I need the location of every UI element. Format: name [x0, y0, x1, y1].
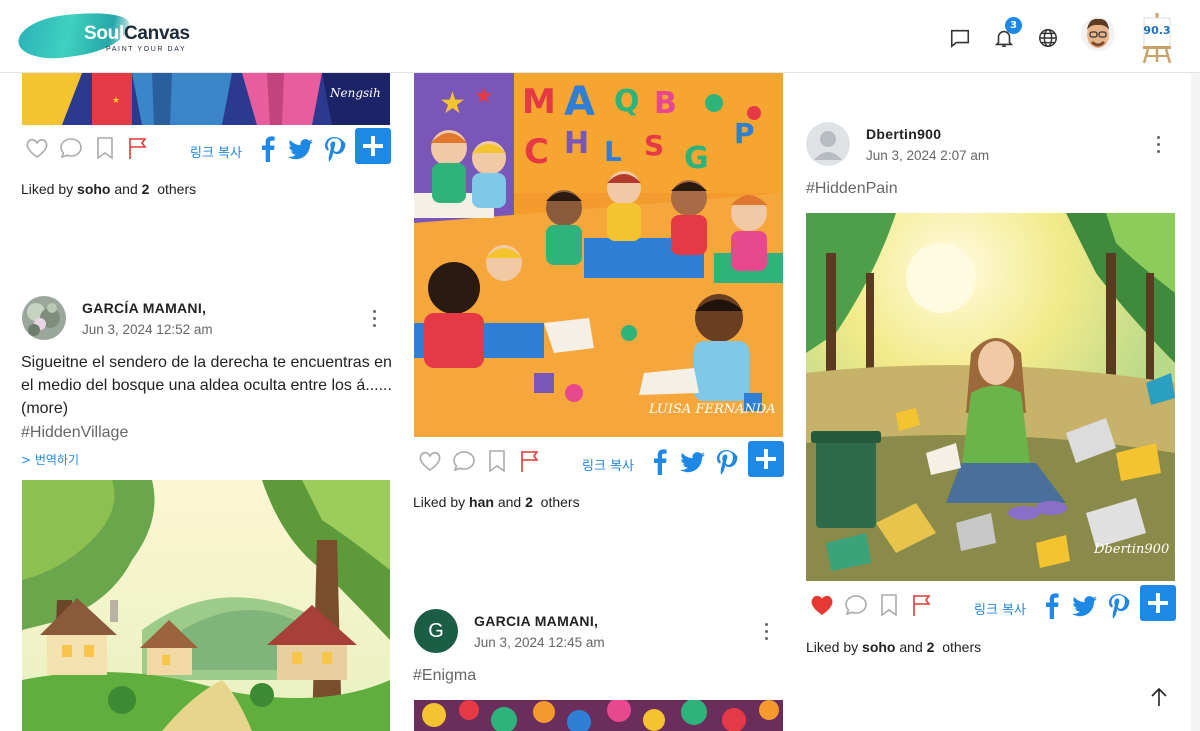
author-avatar[interactable] [806, 122, 850, 166]
chat-icon[interactable] [949, 27, 971, 49]
svg-text:B: B [654, 86, 677, 121]
svg-text:P: P [734, 117, 755, 150]
heart-icon[interactable] [809, 592, 835, 618]
points-value: 90.3 [1143, 24, 1171, 37]
author-avatar[interactable]: G [414, 609, 458, 653]
svg-text:Q: Q [614, 84, 640, 119]
plus-icon[interactable] [748, 441, 784, 477]
notification-badge: 3 [1005, 17, 1022, 34]
svg-text:G: G [684, 141, 709, 176]
heart-icon[interactable] [24, 135, 50, 161]
svg-text:★: ★ [27, 100, 36, 111]
pinterest-icon[interactable] [714, 449, 738, 475]
easel-points-icon[interactable]: 90.3 [1140, 12, 1174, 64]
post-actions: 링크 복사 [24, 128, 392, 175]
svg-text:S: S [644, 129, 664, 162]
bookmark-icon[interactable] [484, 448, 510, 474]
liked-by-text: Liked by soho and 2 others [21, 181, 197, 197]
bell-icon[interactable]: 3 [993, 17, 1022, 49]
more-icon[interactable] [764, 623, 770, 643]
twitter-icon[interactable] [288, 136, 314, 162]
liked-by-text: Liked by han and 2 others [413, 494, 580, 510]
facebook-icon[interactable] [256, 136, 280, 162]
post-image-classroom[interactable]: M A Q B C H L S G P ★ ★ LUISA FERNANDA [414, 73, 783, 437]
post-hashtag[interactable]: #Enigma [413, 667, 476, 685]
post-actions: 링크 복사 [809, 585, 1177, 632]
top-navigation-bar: SoulCanvas PAINT YOUR DAY 3 90.3 [0, 0, 1200, 73]
post-body-text: Sigueitne el sendero de la derecha te en… [21, 354, 392, 417]
arrow-up-icon[interactable] [1148, 686, 1170, 708]
post-hashtag[interactable]: #HiddenVillage [21, 424, 128, 442]
post-timestamp: Jun 3, 2024 2:07 am [866, 148, 990, 163]
scrollbar[interactable] [1191, 73, 1200, 731]
soulcanvas-logo[interactable]: SoulCanvas PAINT YOUR DAY [15, 6, 190, 64]
svg-text:★: ★ [112, 96, 120, 106]
twitter-icon[interactable] [680, 449, 706, 475]
facebook-icon[interactable] [1040, 593, 1064, 619]
pinterest-icon[interactable] [1106, 593, 1130, 619]
image-signature: LUISA FERNANDA [648, 402, 776, 417]
svg-text:★: ★ [439, 86, 466, 121]
author-name[interactable]: GARCIA MAMANI, [474, 613, 598, 629]
post-header: GARCÍA MAMANI, Jun 3, 2024 12:52 am [22, 296, 392, 342]
author-name[interactable]: Dbertin900 [866, 126, 941, 142]
svg-text:A: A [564, 79, 595, 125]
logo-wordmark: SoulCanvas [84, 23, 190, 44]
heart-icon[interactable] [417, 448, 443, 474]
user-avatar[interactable] [1081, 15, 1115, 53]
post-image-hidden-village[interactable] [22, 480, 390, 731]
comment-icon[interactable] [451, 448, 477, 474]
copy-link-button[interactable]: 링크 복사 [190, 142, 242, 161]
svg-text:L: L [604, 135, 622, 168]
plus-icon[interactable] [355, 128, 391, 164]
pinterest-icon[interactable] [322, 136, 346, 162]
more-icon[interactable] [1156, 136, 1162, 156]
more-icon[interactable] [372, 310, 378, 330]
plus-icon[interactable] [1140, 585, 1176, 621]
svg-text:M: M [522, 82, 556, 122]
svg-text:H: H [564, 126, 589, 161]
image-signature: Nengsih [329, 86, 381, 100]
translate-link[interactable]: > 번역하기 [21, 451, 79, 468]
svg-text:C: C [524, 132, 549, 172]
twitter-icon[interactable] [1072, 593, 1098, 619]
comment-icon[interactable] [58, 135, 84, 161]
post-hashtag[interactable]: #HiddenPain [806, 180, 898, 198]
flag-icon[interactable] [517, 448, 543, 474]
comment-icon[interactable] [843, 592, 869, 618]
post-image-hidden-pain[interactable]: Dbertin900 [806, 213, 1175, 581]
liked-by-text: Liked by soho and 2 others [806, 639, 982, 655]
post-timestamp: Jun 3, 2024 12:45 am [474, 635, 605, 650]
copy-link-button[interactable]: 링크 복사 [974, 599, 1026, 618]
flag-icon[interactable] [125, 135, 151, 161]
logo-tagline: PAINT YOUR DAY [106, 46, 187, 53]
post-header: Dbertin900 Jun 3, 2024 2:07 am [806, 122, 1176, 168]
svg-text:★: ★ [474, 84, 494, 109]
post-header: G GARCIA MAMANI, Jun 3, 2024 12:45 am [414, 609, 784, 655]
author-name[interactable]: GARCÍA MAMANI, [82, 300, 206, 316]
bookmark-icon[interactable] [876, 592, 902, 618]
post-actions: 링크 복사 [417, 441, 785, 488]
bookmark-icon[interactable] [92, 135, 118, 161]
post-timestamp: Jun 3, 2024 12:52 am [82, 322, 213, 337]
flag-icon[interactable] [909, 592, 935, 618]
author-avatar[interactable] [22, 296, 66, 340]
copy-link-button[interactable]: 링크 복사 [582, 455, 634, 474]
post-image-enigma[interactable] [414, 700, 783, 731]
globe-icon[interactable] [1037, 27, 1059, 49]
facebook-icon[interactable] [648, 449, 672, 475]
post-image-fashion[interactable]: ★ ★ Nengsih [22, 73, 390, 125]
image-signature: Dbertin900 [1093, 542, 1169, 557]
